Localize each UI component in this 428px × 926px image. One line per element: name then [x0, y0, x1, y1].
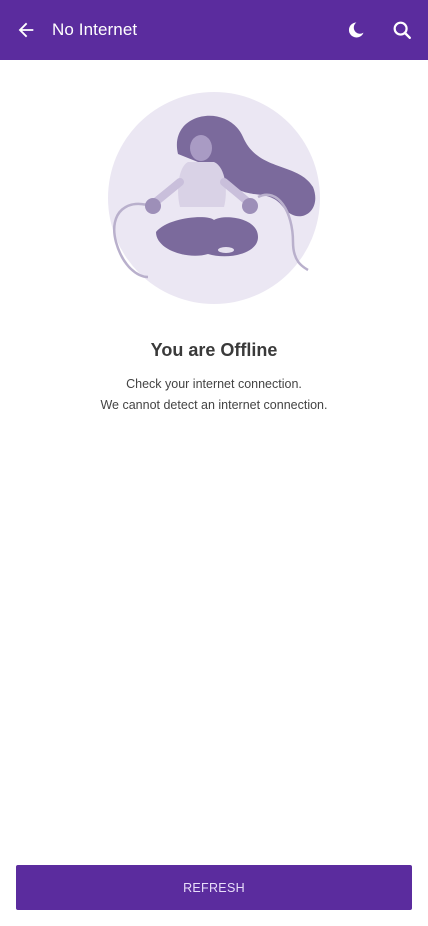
- app-bar: No Internet: [0, 0, 428, 60]
- no-internet-screen: No Internet You are Offline Check your i…: [0, 0, 428, 926]
- offline-illustration: [108, 92, 320, 304]
- refresh-button[interactable]: REFRESH: [16, 865, 412, 910]
- search-button[interactable]: [388, 16, 416, 44]
- arrow-left-icon: [18, 22, 34, 38]
- search-icon: [393, 21, 411, 39]
- offline-message-line-1: Check your internet connection.: [126, 377, 302, 391]
- dark-mode-toggle-button[interactable]: [342, 16, 370, 44]
- page-title: No Internet: [52, 20, 138, 39]
- offline-message-line-2: We cannot detect an internet connection.: [100, 398, 328, 412]
- offline-heading: You are Offline: [150, 340, 278, 360]
- moon-icon: [348, 22, 364, 38]
- back-button[interactable]: [12, 16, 40, 44]
